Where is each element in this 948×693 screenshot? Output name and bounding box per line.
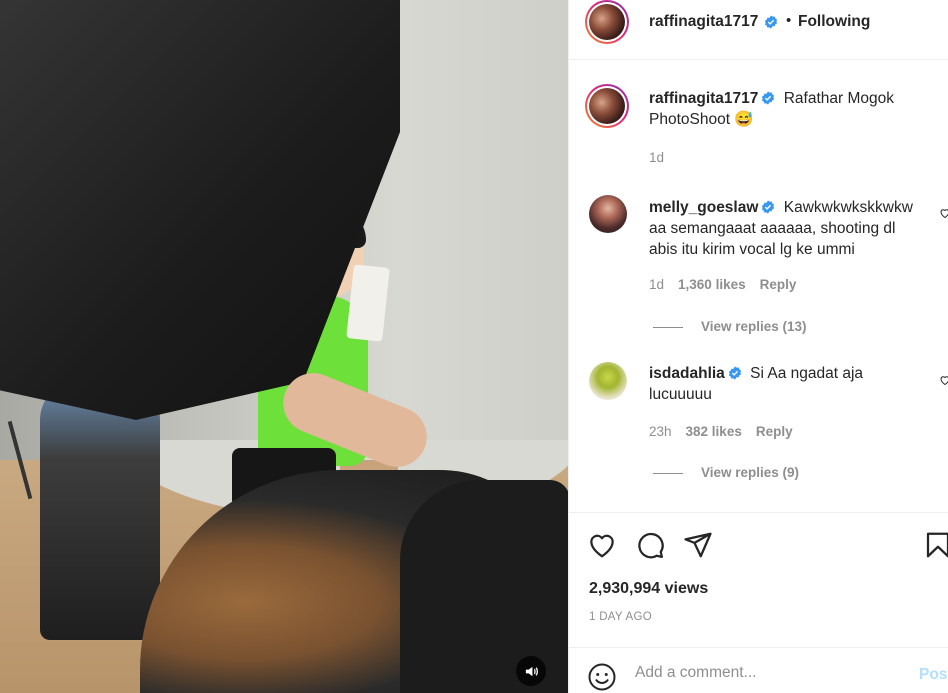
reply-button[interactable]: Reply <box>756 424 793 439</box>
caption-username[interactable]: raffinagita1717 <box>649 90 758 107</box>
post-video[interactable] <box>0 0 568 693</box>
following-button[interactable]: Following <box>798 13 870 31</box>
caption-text-line1: Rafathar Mogok <box>783 90 895 107</box>
caption-text-line2: PhotoShoot <box>649 111 731 128</box>
comment-username[interactable]: isdadahlia <box>649 365 725 382</box>
comment-text: Si Aa ngadat aja <box>750 365 864 382</box>
post-header: raffinagita1717 • Following <box>569 0 948 60</box>
post-actions: 2,930,994 views 1 DAY AGO <box>569 512 948 647</box>
caption-avatar[interactable] <box>585 84 629 128</box>
caption: raffinagita1717 Rafathar Mogok PhotoShoo… <box>649 88 939 130</box>
comment-likes[interactable]: 382 likes <box>686 424 742 439</box>
paper-plane-icon[interactable] <box>683 530 713 560</box>
speaker-icon <box>525 666 538 676</box>
comment-input[interactable] <box>635 664 905 682</box>
person-left <box>40 380 160 640</box>
product-package <box>346 264 390 342</box>
view-replies-button[interactable]: View replies (9) <box>653 465 799 480</box>
verified-badge-icon <box>762 200 775 214</box>
like-comment-heart-icon[interactable] <box>939 207 948 219</box>
view-replies-label: View replies (13) <box>701 319 807 334</box>
comment-likes[interactable]: 1,360 likes <box>678 277 746 292</box>
comment-text: Kawkwkwkskkwkw <box>783 199 913 216</box>
comment: isdadahlia Si Aa ngadat aja lucuuuuu <box>649 363 939 405</box>
comment: melly_goeslaw Kawkwkwkskkwkw aa semangaa… <box>649 197 939 260</box>
comment-time: 23h <box>649 424 672 439</box>
audio-toggle-button[interactable] <box>516 656 546 686</box>
verified-badge-icon <box>728 366 741 380</box>
reply-button[interactable]: Reply <box>760 277 797 292</box>
commenter-avatar[interactable] <box>589 362 627 400</box>
caption-time: 1d <box>649 150 665 165</box>
post-comment-button[interactable]: Post <box>919 666 948 684</box>
comments-list: raffinagita1717 Rafathar Mogok PhotoShoo… <box>569 60 948 512</box>
author-avatar[interactable] <box>585 0 629 44</box>
smiley-icon[interactable] <box>587 662 617 692</box>
like-comment-heart-icon[interactable] <box>939 374 948 386</box>
view-replies-button[interactable]: View replies (13) <box>653 319 807 334</box>
comment-text: abis itu kirim vocal lg ke ummi <box>649 241 855 258</box>
comment-username[interactable]: melly_goeslaw <box>649 199 758 216</box>
comment-text: aa semangaaat aaaaaa, shooting dl <box>649 220 896 237</box>
replies-divider <box>653 326 683 328</box>
author-username[interactable]: raffinagita1717 <box>649 13 758 31</box>
view-replies-label: View replies (9) <box>701 465 800 480</box>
post-date[interactable]: 1 DAY AGO <box>589 611 652 623</box>
view-count[interactable]: 2,930,994 views <box>589 580 708 598</box>
caption-emoji: 😅 <box>734 111 754 128</box>
heart-icon[interactable] <box>587 530 617 560</box>
verified-badge-icon <box>764 15 778 29</box>
comment-bubble-icon[interactable] <box>635 530 665 560</box>
post-panel: raffinagita1717 • Following raffinagita1… <box>568 0 948 693</box>
comment-meta: 1d 1,360 likes Reply <box>649 277 810 292</box>
replies-divider <box>653 472 683 474</box>
comment-composer: Post <box>569 647 948 693</box>
comment-text: lucuuuuu <box>649 386 712 403</box>
separator-dot: • <box>786 12 792 29</box>
bookmark-icon[interactable] <box>923 530 948 560</box>
verified-badge-icon <box>762 91 775 105</box>
comment-meta: 23h 382 likes Reply <box>649 424 807 439</box>
comment-time: 1d <box>649 277 665 292</box>
commenter-avatar[interactable] <box>589 195 627 233</box>
